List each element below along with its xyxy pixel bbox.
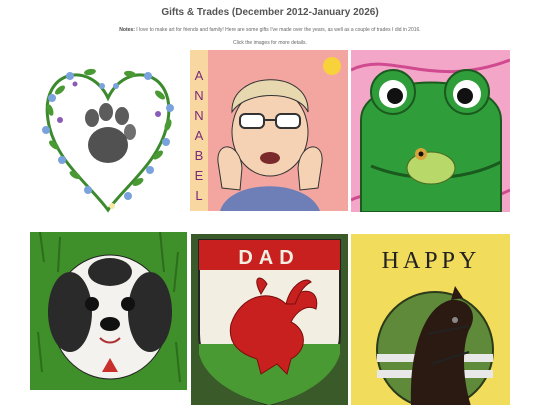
- gallery-image-happy-horse-card[interactable]: HAPPY: [351, 234, 510, 405]
- happy-horse-card-image: HAPPY: [351, 234, 510, 405]
- notes-text: I love to make art for friends and famil…: [136, 27, 421, 33]
- svg-text:N: N: [194, 108, 203, 123]
- svg-text:DAD: DAD: [238, 247, 299, 269]
- svg-text:A: A: [195, 68, 204, 83]
- svg-text:N: N: [194, 88, 203, 103]
- svg-text:E: E: [195, 168, 204, 183]
- gallery-image-shih-tzu-painting[interactable]: [30, 232, 187, 390]
- frog-painting-image: [351, 50, 510, 212]
- notes-label: Notes:: [119, 27, 135, 33]
- click-hint: Click the images for more details.: [233, 40, 307, 46]
- svg-text:B: B: [195, 148, 204, 163]
- paw-print-wreath-image: [30, 50, 186, 220]
- page-title: Gifts & Trades (December 2012-January 20…: [161, 7, 379, 18]
- gallery-image-frog-painting[interactable]: [351, 50, 510, 212]
- shih-tzu-painting-image: [30, 232, 187, 390]
- gallery-image-dad-dragon-shield[interactable]: DAD: [191, 234, 348, 405]
- notes-paragraph: Notes: I love to make art for friends an…: [0, 27, 540, 33]
- svg-text:L: L: [195, 188, 202, 203]
- svg-text:HAPPY: HAPPY: [382, 248, 481, 274]
- gallery-image-annabel-portrait[interactable]: A N N A B E L: [190, 50, 348, 211]
- annabel-portrait-image: A N N A B E L: [190, 50, 348, 211]
- dad-dragon-shield-image: DAD: [191, 234, 348, 405]
- gallery-image-paw-print-wreath[interactable]: [30, 50, 186, 220]
- svg-text:A: A: [195, 128, 204, 143]
